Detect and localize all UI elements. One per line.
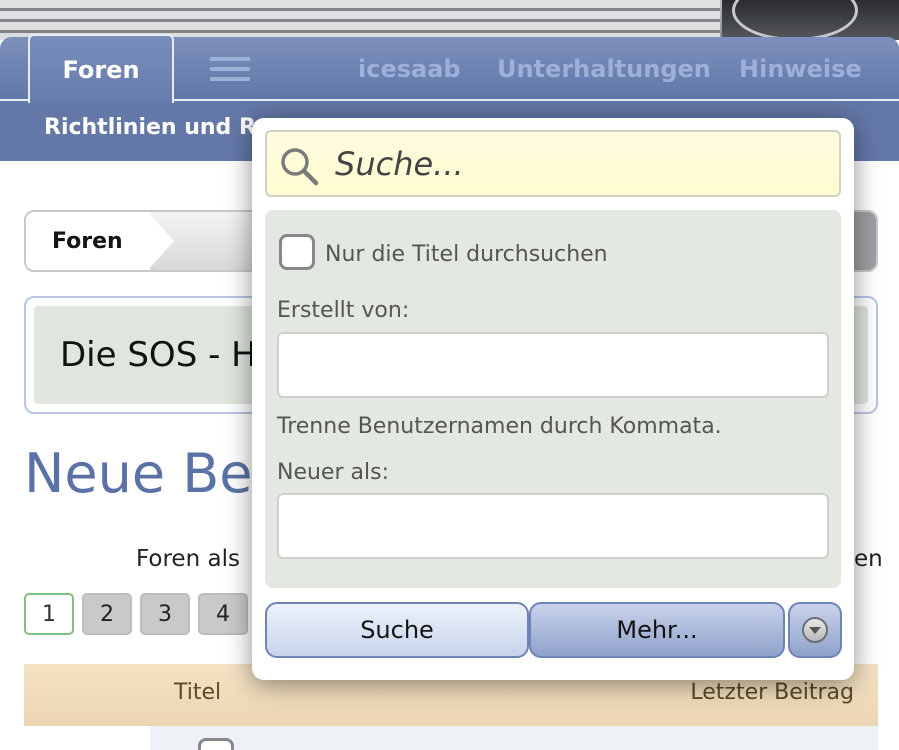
foren-als-link[interactable]: Foren als: [136, 546, 240, 572]
newer-than-input[interactable]: [279, 495, 827, 557]
panel-toggle-button[interactable]: [788, 602, 842, 658]
magnifier-icon: [281, 148, 319, 186]
tab-foren[interactable]: Foren: [28, 34, 174, 103]
page-button-4[interactable]: 4: [198, 593, 248, 635]
breadcrumb-arrow-icon: [148, 212, 174, 270]
tab-hinweise[interactable]: Hinweise: [739, 37, 862, 101]
titles-only-checkbox[interactable]: [279, 234, 315, 270]
column-header-title[interactable]: Titel: [174, 680, 221, 705]
hamburger-menu-icon[interactable]: [205, 37, 255, 101]
page-button-2[interactable]: 2: [82, 593, 132, 635]
search-dropdown-panel: Nur die Titel durchsuchen Erstellt von: …: [252, 118, 854, 680]
separate-usernames-hint: Trenne Benutzernamen durch Kommata.: [277, 414, 722, 439]
row-checkbox[interactable]: [198, 738, 234, 750]
table-row: [150, 726, 878, 750]
nav-tabs-row: Foren icesaab Unterhaltungen Hinweise: [0, 34, 899, 103]
tab-icesaab[interactable]: icesaab: [358, 37, 461, 101]
page-button-3[interactable]: 3: [140, 593, 190, 635]
tab-unterhaltungen[interactable]: Unterhaltungen: [497, 37, 711, 101]
search-submit-button[interactable]: Suche: [265, 602, 529, 658]
created-by-input[interactable]: [279, 334, 827, 396]
search-box: [265, 130, 841, 197]
breadcrumb-item-foren[interactable]: Foren: [26, 212, 150, 270]
created-by-field[interactable]: [277, 332, 829, 398]
search-input[interactable]: [335, 140, 825, 188]
created-by-label: Erstellt von:: [277, 298, 410, 323]
chevron-down-circle-icon: [802, 617, 828, 643]
search-options: Nur die Titel durchsuchen Erstellt von: …: [265, 210, 841, 588]
page-title: Neue Bei: [24, 442, 268, 505]
pagination: 1 2 3 4: [24, 593, 248, 635]
subnav-link-richtlinien[interactable]: Richtlinien und R: [44, 115, 256, 140]
trailing-link-text[interactable]: en: [854, 546, 883, 572]
more-options-button[interactable]: Mehr...: [529, 602, 785, 658]
newer-than-label: Neuer als:: [277, 460, 389, 485]
titles-only-label[interactable]: Nur die Titel durchsuchen: [325, 242, 608, 267]
newer-than-field[interactable]: [277, 493, 829, 559]
column-header-last-post[interactable]: Letzter Beitrag: [690, 680, 854, 705]
header-photo-right: [722, 0, 899, 40]
page-button-1[interactable]: 1: [24, 593, 74, 635]
